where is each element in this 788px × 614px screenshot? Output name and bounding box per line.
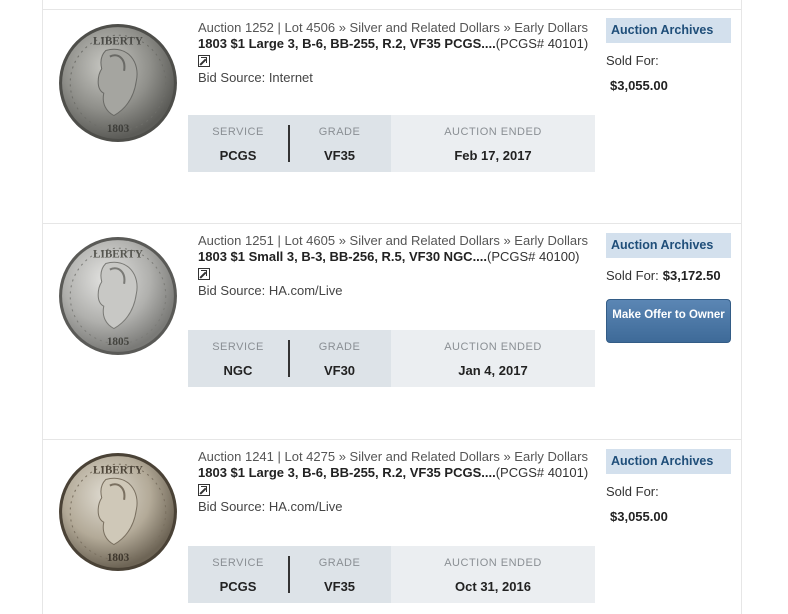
pcgs-number: (PCGS# 40101) xyxy=(495,36,589,51)
ended-label: AUCTION ENDED xyxy=(444,126,542,138)
coin-date: 1805 xyxy=(107,336,130,348)
ended-label: AUCTION ENDED xyxy=(444,341,542,353)
ended-cell: AUCTION ENDED Jan 4, 2017 xyxy=(391,330,595,387)
lot-title-text[interactable]: 1803 $1 Large 3, B-6, BB-255, R.2, VF35 … xyxy=(198,465,496,480)
grade-cell: GRADE VF30 xyxy=(288,330,391,387)
coin-image[interactable]: LIBERTY 1805 xyxy=(57,235,179,357)
results-panel: LIBERTY 1803 Auction 1252 | Lot 4506 » S… xyxy=(42,0,742,614)
lot-stats: SERVICE NGC GRADE VF30 AUCTION ENDED Jan… xyxy=(188,330,595,387)
lot-title[interactable]: 1803 $1 Large 3, B-6, BB-255, R.2, VF35 … xyxy=(198,465,598,481)
price-column: Auction Archives Sold For: $3,055.00 xyxy=(606,449,731,524)
lot-stats: SERVICE PCGS GRADE VF35 AUCTION ENDED Fe… xyxy=(188,115,595,172)
coin-legend: LIBERTY xyxy=(93,35,143,47)
lot-title[interactable]: 1803 $1 Small 3, B-3, BB-256, R.5, VF30 … xyxy=(198,249,598,265)
sold-price: $3,172.50 xyxy=(662,268,721,283)
lot-title-text[interactable]: 1803 $1 Large 3, B-6, BB-255, R.2, VF35 … xyxy=(198,36,496,51)
service-value: PCGS xyxy=(219,148,257,163)
coin-image[interactable]: LIBERTY 1803 xyxy=(57,451,179,573)
sold-for-label: Sold For: xyxy=(606,268,659,283)
coin-date: 1803 xyxy=(107,123,130,135)
grade-cell: GRADE VF35 xyxy=(288,546,391,603)
bid-source: Bid Source: HA.com/Live xyxy=(198,283,343,298)
coin-legend: LIBERTY xyxy=(93,248,143,260)
price-column: Auction Archives Sold For: $3,172.50 Make… xyxy=(606,233,731,343)
lot-info: Auction 1241 | Lot 4275 » Silver and Rel… xyxy=(198,449,598,515)
sold-for-row: Sold For: $3,172.50 xyxy=(606,268,731,283)
result-item: LIBERTY 1803 Auction 1252 | Lot 4506 » S… xyxy=(43,10,741,223)
sold-price: $3,055.00 xyxy=(610,78,668,93)
service-label: SERVICE xyxy=(212,341,264,353)
result-item: LIBERTY 1805 Auction 1251 | Lot 4605 » S… xyxy=(43,223,741,439)
lot-breadcrumb[interactable]: Auction 1241 | Lot 4275 » Silver and Rel… xyxy=(198,449,598,465)
pcgs-number: (PCGS# 40101) xyxy=(495,465,589,480)
bid-source: Bid Source: Internet xyxy=(198,70,313,85)
grade-label: GRADE xyxy=(318,341,361,353)
lot-breadcrumb[interactable]: Auction 1252 | Lot 4506 » Silver and Rel… xyxy=(198,20,598,36)
lot-stats: SERVICE PCGS GRADE VF35 AUCTION ENDED Oc… xyxy=(188,546,595,603)
result-item: LIBERTY 1803 Auction 1241 | Lot 4275 » S… xyxy=(43,439,741,614)
grade-cell: GRADE VF35 xyxy=(288,115,391,172)
grade-label: GRADE xyxy=(318,557,361,569)
divider xyxy=(43,223,741,224)
price-column: Auction Archives Sold For: $3,055.00 xyxy=(606,18,731,93)
lot-title[interactable]: 1803 $1 Large 3, B-6, BB-255, R.2, VF35 … xyxy=(198,36,598,52)
external-link-icon[interactable] xyxy=(198,268,210,280)
ended-value: Oct 31, 2016 xyxy=(455,579,531,594)
lot-info: Auction 1251 | Lot 4605 » Silver and Rel… xyxy=(198,233,598,299)
auction-archives-badge[interactable]: Auction Archives xyxy=(606,233,731,258)
external-link-icon[interactable] xyxy=(198,484,210,496)
grade-value: VF35 xyxy=(323,579,356,594)
service-cell: SERVICE NGC xyxy=(188,330,288,387)
service-label: SERVICE xyxy=(212,126,264,138)
lot-breadcrumb[interactable]: Auction 1251 | Lot 4605 » Silver and Rel… xyxy=(198,233,598,249)
coin-legend: LIBERTY xyxy=(93,464,143,476)
grade-value: VF30 xyxy=(323,363,356,378)
sold-for-label: Sold For: xyxy=(606,53,659,68)
ended-cell: AUCTION ENDED Feb 17, 2017 xyxy=(391,115,595,172)
coin-date: 1803 xyxy=(107,552,130,564)
pcgs-number: (PCGS# 40100) xyxy=(487,249,580,264)
service-cell: SERVICE PCGS xyxy=(188,115,288,172)
service-value: PCGS xyxy=(219,579,257,594)
service-label: SERVICE xyxy=(212,557,264,569)
ended-value: Jan 4, 2017 xyxy=(458,363,528,378)
grade-label: GRADE xyxy=(318,126,361,138)
ended-cell: AUCTION ENDED Oct 31, 2016 xyxy=(391,546,595,603)
bid-source: Bid Source: HA.com/Live xyxy=(198,499,343,514)
sold-price: $3,055.00 xyxy=(610,509,668,524)
external-link-icon[interactable] xyxy=(198,55,210,67)
coin-image[interactable]: LIBERTY 1803 xyxy=(57,22,179,144)
grade-value: VF35 xyxy=(323,148,356,163)
auction-archives-badge[interactable]: Auction Archives xyxy=(606,18,731,43)
lot-info: Auction 1252 | Lot 4506 » Silver and Rel… xyxy=(198,20,598,86)
lot-title-text[interactable]: 1803 $1 Small 3, B-3, BB-256, R.5, VF30 … xyxy=(198,249,487,264)
sold-for-label: Sold For: xyxy=(606,484,659,499)
service-cell: SERVICE PCGS xyxy=(188,546,288,603)
ended-label: AUCTION ENDED xyxy=(444,557,542,569)
ended-value: Feb 17, 2017 xyxy=(454,148,532,163)
service-value: NGC xyxy=(223,363,253,378)
make-offer-button[interactable]: Make Offer to Owner xyxy=(606,299,731,343)
auction-archives-badge[interactable]: Auction Archives xyxy=(606,449,731,474)
divider xyxy=(43,439,741,440)
